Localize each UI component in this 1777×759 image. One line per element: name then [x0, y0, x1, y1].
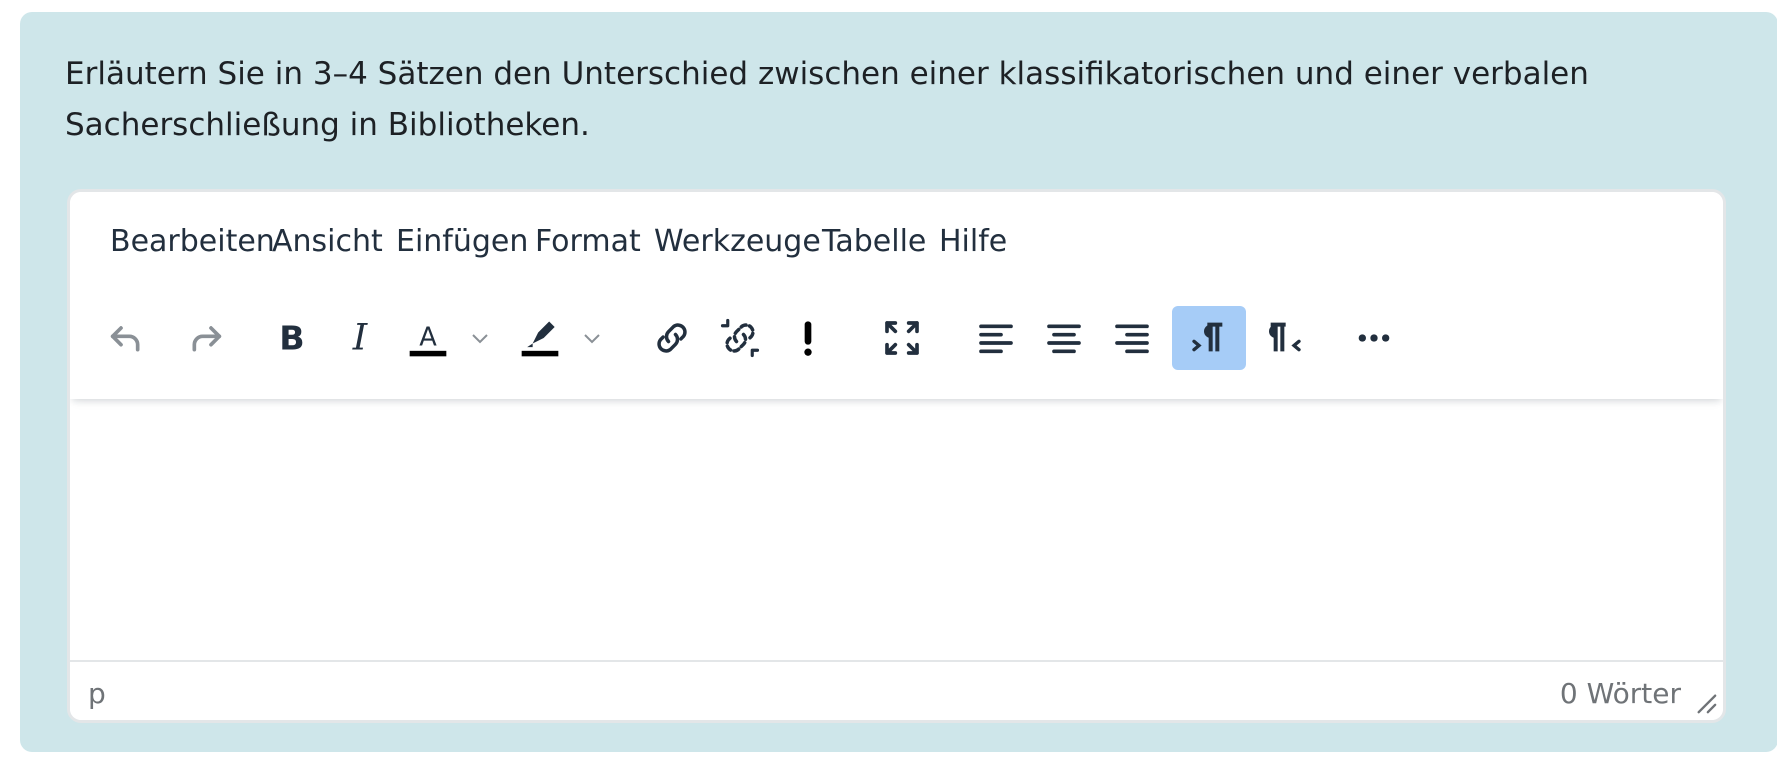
- rtl-button[interactable]: [1248, 306, 1320, 370]
- text-color-button[interactable]: A: [392, 306, 464, 370]
- menu-insert[interactable]: Einfügen: [394, 220, 530, 264]
- highlight-color-dropdown[interactable]: [574, 306, 610, 370]
- question-panel: Erläutern Sie in 3–4 Sätzen den Untersch…: [20, 12, 1777, 752]
- align-right-button[interactable]: [1096, 306, 1168, 370]
- editor-content-area[interactable]: [70, 399, 1723, 669]
- ltr-button[interactable]: [1172, 306, 1246, 370]
- align-right-icon: [1115, 324, 1149, 354]
- link-button[interactable]: [636, 306, 708, 370]
- redo-icon: [192, 326, 222, 352]
- more-button[interactable]: [1338, 306, 1410, 370]
- bold-icon: B: [279, 319, 304, 358]
- redo-button[interactable]: [170, 306, 242, 370]
- align-center-button[interactable]: [1028, 306, 1100, 370]
- rich-text-editor: Bearbeiten Ansicht Einfügen Format Werkz…: [67, 189, 1726, 723]
- menubar: Bearbeiten Ansicht Einfügen Format Werkz…: [70, 192, 1723, 292]
- text-color-icon: A: [409, 322, 447, 357]
- align-left-icon: [979, 324, 1013, 354]
- text-color-dropdown[interactable]: [462, 306, 498, 370]
- italic-icon: I: [352, 318, 369, 358]
- align-left-button[interactable]: [960, 306, 1032, 370]
- link-icon: [657, 323, 687, 353]
- resize-handle-icon[interactable]: [1695, 692, 1717, 714]
- chevron-down-icon: [584, 334, 600, 344]
- menu-table[interactable]: Tabelle: [820, 220, 928, 264]
- align-center-icon: [1047, 324, 1081, 354]
- rtl-icon: [1269, 322, 1301, 352]
- highlight-color-icon: [521, 321, 559, 357]
- question-text: Erläutern Sie in 3–4 Sätzen den Untersch…: [65, 56, 1589, 143]
- exclamation-button[interactable]: [772, 306, 844, 370]
- undo-button[interactable]: [90, 306, 162, 370]
- svg-text:I: I: [352, 318, 369, 358]
- fullscreen-button[interactable]: [866, 306, 938, 370]
- word-count[interactable]: 0 Wörter: [1560, 672, 1681, 716]
- unlink-icon: [720, 318, 760, 358]
- svg-text:A: A: [419, 322, 437, 352]
- highlight-color-button[interactable]: [504, 306, 576, 370]
- editor-statusbar: p 0 Wörter: [70, 660, 1723, 720]
- editor-header: Bearbeiten Ansicht Einfügen Format Werkz…: [70, 192, 1723, 399]
- toolbar: B I A: [70, 292, 1723, 399]
- menu-help[interactable]: Hilfe: [937, 220, 1009, 264]
- fullscreen-icon: [885, 321, 919, 355]
- bold-button[interactable]: B: [256, 306, 328, 370]
- exclamation-icon: [804, 321, 812, 356]
- menu-format[interactable]: Format: [533, 220, 643, 264]
- ltr-icon: [1192, 322, 1223, 352]
- undo-icon: [110, 326, 140, 352]
- unlink-button[interactable]: [704, 306, 776, 370]
- menu-view[interactable]: Ansicht: [270, 220, 385, 264]
- more-icon: [1358, 334, 1390, 342]
- chevron-down-icon: [472, 334, 488, 344]
- menu-tools[interactable]: Werkzeuge: [652, 220, 823, 264]
- menu-edit[interactable]: Bearbeiten: [108, 220, 277, 264]
- italic-button[interactable]: I: [324, 306, 396, 370]
- element-path[interactable]: p: [88, 672, 106, 716]
- svg-text:B: B: [279, 319, 304, 358]
